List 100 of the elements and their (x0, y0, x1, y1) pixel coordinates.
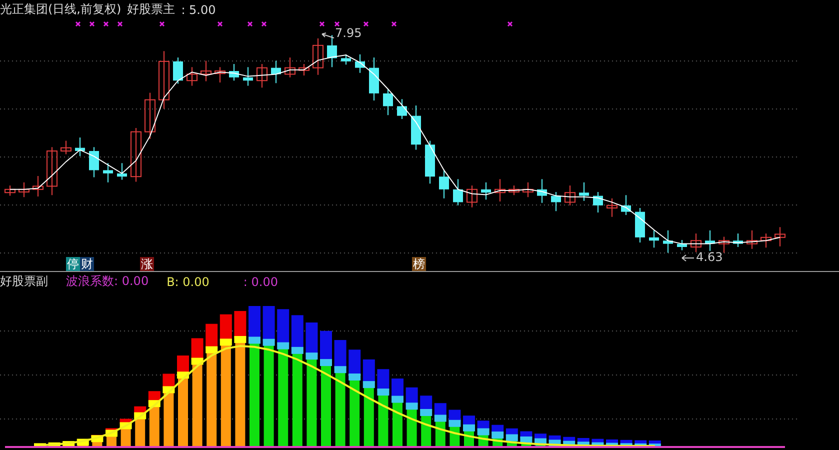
candlestick (271, 60, 281, 84)
candlestick (635, 207, 645, 244)
chart-title: 光正集团(日线,前复权) (0, 1, 122, 18)
candlestick (186, 66, 198, 86)
histogram-bar (648, 440, 661, 446)
candlestick (606, 198, 618, 218)
histogram-bar (392, 378, 404, 446)
indicator-value: : 5.00 (181, 2, 216, 16)
candlestick (298, 63, 310, 76)
cross-marker-icon (159, 21, 165, 27)
candlestick (369, 57, 379, 101)
indicator-reading: 波浪系数: 0.00 (66, 273, 149, 290)
candlestick (425, 140, 435, 184)
indicator-reading: : 0.00 (243, 274, 278, 288)
cross-marker-icon (75, 21, 81, 27)
candlestick (718, 236, 730, 254)
cross-marker-icon (89, 21, 95, 27)
histogram-bar (420, 396, 432, 446)
candlestick (522, 182, 534, 198)
candlestick (439, 169, 449, 199)
candlestick (690, 233, 702, 253)
histogram-bar (563, 436, 576, 446)
candlestick (103, 162, 113, 183)
histogram-bar (106, 428, 118, 446)
histogram-bar (120, 418, 132, 446)
candlestick (760, 233, 772, 248)
indicator-name: 好股票主 (127, 1, 176, 18)
histogram-bar (634, 440, 647, 446)
candlestick (397, 98, 407, 120)
candlestick (411, 105, 421, 150)
cross-marker-icon (391, 21, 397, 27)
candlestick (508, 185, 520, 196)
leader-line (682, 254, 694, 262)
cross-marker-icon (217, 21, 223, 27)
candlestick (649, 230, 659, 248)
cross-marker-icon (363, 21, 369, 27)
histogram-bar (406, 387, 418, 446)
signal-tag: 榜 (412, 257, 426, 271)
candlestick (677, 239, 687, 251)
signal-tag: 财 (80, 257, 94, 271)
candlestick (117, 162, 127, 180)
candlestick (355, 54, 365, 74)
histogram-bar (620, 440, 632, 446)
histogram-bar (534, 434, 546, 446)
high-price-label: 7.95 (335, 26, 362, 40)
candlestick (214, 66, 226, 84)
candlestick (383, 89, 393, 116)
candlestick (32, 175, 44, 197)
histogram-bar (148, 391, 160, 446)
histogram-bar (520, 431, 532, 446)
histogram-bar (134, 406, 146, 446)
histogram-bar (34, 443, 46, 446)
low-price-label: 4.63 (696, 250, 723, 264)
histogram-bar (477, 420, 490, 446)
candlestick (733, 233, 743, 248)
candlestick (130, 127, 142, 182)
cross-marker-icon (334, 21, 340, 27)
histogram-bar (577, 438, 590, 446)
candlestick (341, 54, 351, 66)
candlestick (60, 140, 72, 155)
cross-marker-icon (261, 21, 267, 27)
candlestick (75, 137, 85, 157)
chart-title: 好股票副 (0, 273, 48, 290)
indicator-reading: B: 0.00 (166, 274, 210, 288)
candlestick (621, 194, 631, 216)
histogram-bar (592, 438, 604, 446)
candlestick (312, 38, 324, 76)
candlestick (774, 226, 786, 247)
candlestick (481, 182, 491, 200)
candlestick (18, 182, 30, 198)
candlestick (89, 146, 99, 178)
candlestick (46, 146, 58, 196)
cross-marker-icon (117, 21, 123, 27)
histogram-bar (62, 441, 75, 446)
candlestick (705, 230, 715, 252)
leader-line (322, 32, 334, 38)
candlestick (551, 191, 561, 212)
cross-marker-icon (103, 21, 109, 27)
candlestick (579, 182, 589, 202)
histogram-bar (606, 439, 618, 446)
candlestick (173, 57, 183, 84)
candlestick (663, 230, 673, 254)
histogram-bar (506, 428, 518, 446)
histogram-bar (434, 403, 446, 446)
candlestick (466, 185, 478, 208)
signal-tag: 停 (66, 257, 80, 271)
candlestick (158, 50, 170, 110)
candlestick (4, 185, 16, 196)
candlestick (593, 191, 603, 213)
candlestick (256, 63, 268, 88)
candlestick (284, 57, 296, 78)
histogram-bar (492, 424, 504, 446)
histogram-bar (448, 410, 461, 446)
candlestick (453, 178, 463, 206)
histogram-bar (91, 434, 104, 446)
histogram-bar (463, 416, 475, 446)
cross-marker-icon (319, 21, 325, 27)
candlestick (144, 92, 156, 140)
candlestick (494, 178, 506, 202)
histogram-bar (548, 435, 561, 446)
